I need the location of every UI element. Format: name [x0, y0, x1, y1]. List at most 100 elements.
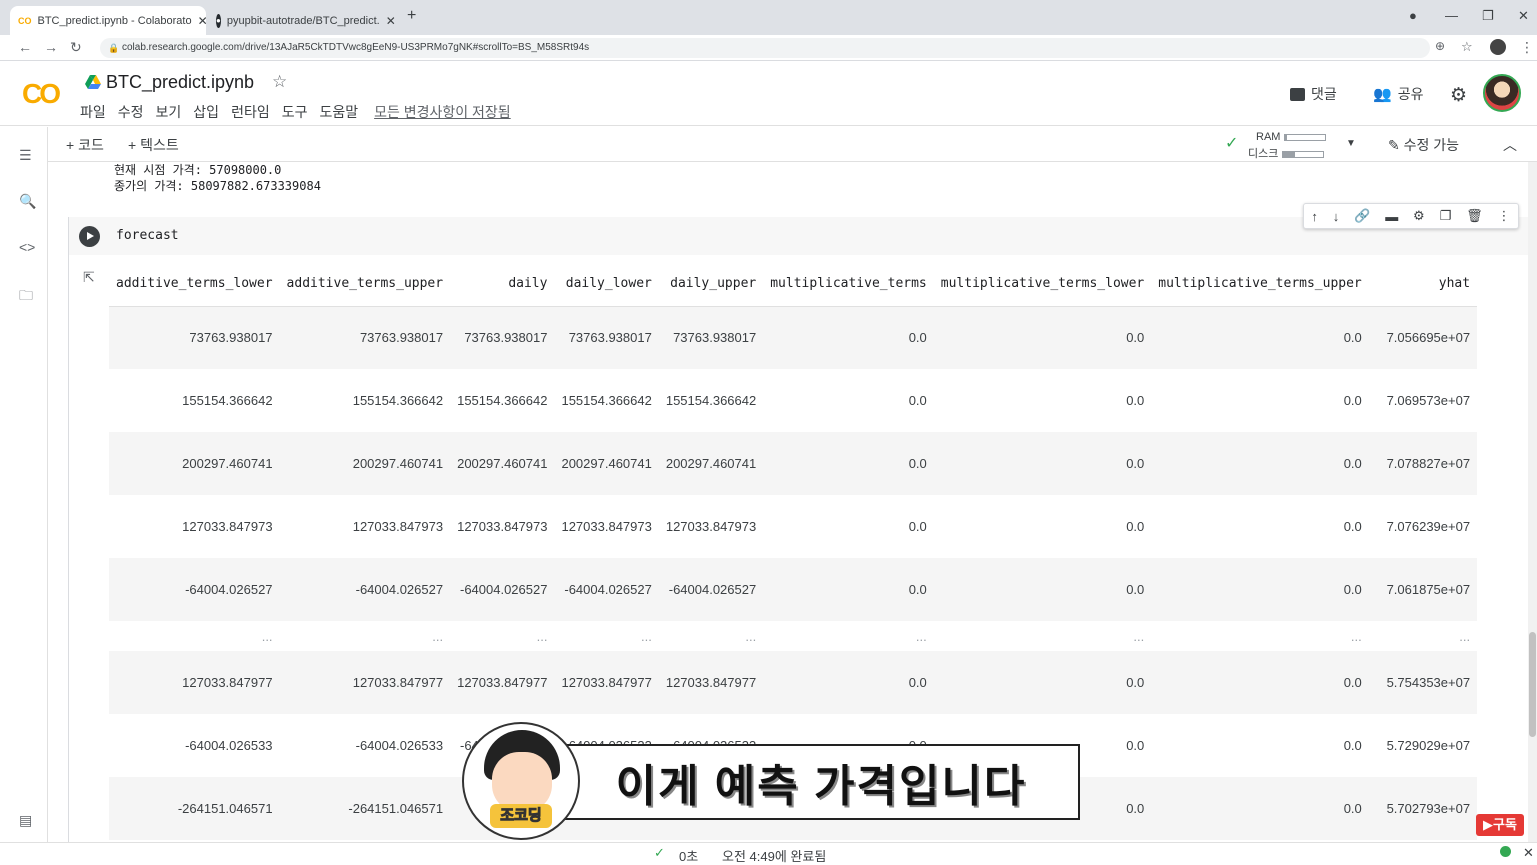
scrollbar-track[interactable] [1528, 162, 1537, 842]
resource-monitor[interactable]: RAM 디스크 [1248, 131, 1327, 160]
table-cell: 127033.847973 [457, 519, 548, 534]
mascot-avatar: 조코딩 [462, 722, 580, 840]
edit-mode-label: 수정 가능 [1403, 137, 1460, 153]
comment-label: 댓글 [1311, 86, 1337, 102]
table-of-contents-icon[interactable]: ☰ [19, 147, 32, 164]
table-cell: 127033.847977 [658, 651, 764, 714]
column-header: daily [450, 262, 555, 307]
forward-icon[interactable]: → [44, 39, 58, 55]
table-cell: ... [1459, 628, 1471, 644]
colab-header: CO BTC_predict.ipynb ☆ 파일 수정 보기 삽입 런타임 도… [0, 62, 1537, 126]
menu-edit[interactable]: 수정 [118, 102, 144, 122]
table-cell: 155154.366642 [665, 393, 757, 408]
profile-dot-icon[interactable]: ● [1409, 8, 1417, 23]
tab-colab[interactable]: CO BTC_predict.ipynb - Colaborato ✕ [10, 6, 206, 35]
code-snippets-icon[interactable]: <> [19, 239, 35, 255]
window-close-icon[interactable]: ✕ [1518, 8, 1529, 24]
files-folder-icon[interactable]: 🗀 [19, 285, 33, 309]
colab-logo[interactable]: CO [22, 78, 61, 110]
delete-cell-icon[interactable]: 🗑 [1466, 208, 1483, 224]
bookmark-star-icon[interactable]: ☆ [1461, 39, 1473, 55]
status-dot-icon [1500, 846, 1511, 857]
output-actions-icon[interactable]: ⇱ [83, 269, 95, 286]
table-cell: ... [641, 628, 652, 644]
terminal-icon[interactable]: ▤ [19, 812, 32, 829]
table-cell: 73763.938017 [109, 306, 280, 369]
add-text-button[interactable]: + 텍스트 [128, 135, 179, 155]
table-cell: -264151.046571 [109, 777, 280, 840]
settings-gear-icon[interactable]: ⚙ [1450, 84, 1467, 107]
table-cell: 0.0 [763, 432, 934, 495]
table-row: 127033.847973 127033.847973 127033.847973 1… [109, 495, 1477, 558]
minimize-icon[interactable]: — [1445, 8, 1458, 23]
cell-toolbar: ↑ ↓ 🔗 ▬ ⚙ ❐ 🗑 ⋮ [1303, 203, 1519, 229]
column-header: multiplicative_terms_upper [1151, 262, 1369, 307]
star-icon[interactable]: ☆ [272, 72, 287, 92]
share-button[interactable]: 👥 공유 [1373, 84, 1423, 104]
table-cell: ... [745, 628, 757, 644]
subscribe-button[interactable]: ▶구독 [1476, 814, 1524, 836]
scrollbar-thumb[interactable] [1529, 632, 1536, 737]
edit-mode-button[interactable]: ✎ 수정 가능 [1388, 135, 1459, 155]
cell-code[interactable]: forecast [116, 228, 179, 243]
menu-insert[interactable]: 삽입 [193, 102, 219, 122]
table-cell: 0.0 [1151, 558, 1369, 621]
menu-file[interactable]: 파일 [80, 102, 106, 122]
table-cell: 155154.366642 [561, 393, 652, 408]
table-cell: 7.076239e+07 [1386, 519, 1471, 534]
table-cell: 0.0 [933, 651, 1152, 714]
disk-fill [1283, 151, 1296, 157]
tab-title: BTC_predict.ipynb - Colaborato [37, 14, 192, 27]
menu-runtime[interactable]: 런타임 [231, 102, 270, 122]
table-cell: -64004.026527 [450, 558, 555, 621]
table-cell: -264151.046571 [279, 777, 451, 840]
table-cell: 0.0 [1151, 651, 1369, 714]
notebook-title[interactable]: BTC_predict.ipynb [106, 72, 254, 93]
move-down-icon[interactable]: ↓ [1333, 209, 1340, 224]
table-cell: 200297.460741 [109, 432, 280, 495]
column-header: daily_upper [658, 262, 764, 307]
video-subtitle-overlay: 이게 예측 가격입니다 조코딩 [462, 722, 1082, 840]
move-up-icon[interactable]: ↑ [1311, 209, 1318, 224]
close-tab-icon[interactable]: ✕ [380, 14, 396, 28]
search-icon[interactable]: 🔍 [19, 193, 36, 210]
table-cell: ... [261, 628, 273, 644]
menu-view[interactable]: 보기 [156, 102, 182, 122]
close-tab-icon[interactable]: ✕ [192, 14, 206, 28]
comment-cell-icon[interactable]: ▬ [1385, 209, 1398, 224]
comment-button[interactable]: 댓글 [1290, 84, 1337, 104]
table-row: 200297.460741 200297.460741 200297.460741 2… [109, 432, 1478, 495]
more-options-icon[interactable]: ⋮ [1497, 208, 1510, 224]
ram-bar [1284, 133, 1327, 141]
column-header: additive_terms_upper [279, 262, 451, 307]
column-header: daily_lower [554, 262, 659, 307]
avatar[interactable] [1483, 74, 1521, 112]
table-cell: 127033.847977 [554, 651, 659, 714]
mirror-cell-icon[interactable]: ❐ [1440, 208, 1452, 224]
saved-status-link[interactable]: 모든 변경사항이 저장됨 [374, 102, 511, 122]
current-price-line: 현재 시점 가격: 57098000.0 [114, 163, 282, 177]
back-icon[interactable]: ← [18, 39, 32, 55]
link-icon[interactable]: 🔗 [1354, 208, 1370, 224]
runtime-dropdown-icon[interactable]: ▼ [1346, 138, 1356, 149]
tab-github[interactable]: ● pyupbit-autotrade/BTC_predict. ✕ [208, 6, 398, 35]
restore-icon[interactable]: ❐ [1482, 8, 1494, 24]
add-code-button[interactable]: + 코드 [66, 135, 104, 155]
status-close-icon[interactable]: ✕ [1523, 845, 1534, 861]
profile-avatar-icon[interactable] [1490, 39, 1506, 55]
table-cell: ... [1350, 628, 1362, 644]
reload-icon[interactable]: ↻ [70, 39, 82, 56]
browser-menu-icon[interactable]: ⋮ [1520, 39, 1534, 56]
tab-title: pyupbit-autotrade/BTC_predict. [226, 14, 380, 27]
left-sidebar: ☰ 🔍 <> 🗀 ▤ [0, 127, 48, 842]
new-tab-icon[interactable]: + [407, 7, 416, 25]
collapse-header-icon[interactable]: ︿ [1503, 135, 1517, 155]
table-cell: 0.0 [1151, 432, 1369, 495]
table-cell: 73763.938017 [279, 306, 451, 369]
run-cell-button[interactable] [79, 226, 100, 247]
cell-settings-icon[interactable]: ⚙ [1413, 208, 1425, 224]
zoom-icon[interactable]: ⊕ [1435, 39, 1445, 53]
url-field[interactable]: 🔒 colab.research.google.com/drive/13AJaR… [100, 38, 1430, 58]
menu-help[interactable]: 도움말 [319, 102, 358, 122]
menu-tools[interactable]: 도구 [282, 102, 308, 122]
